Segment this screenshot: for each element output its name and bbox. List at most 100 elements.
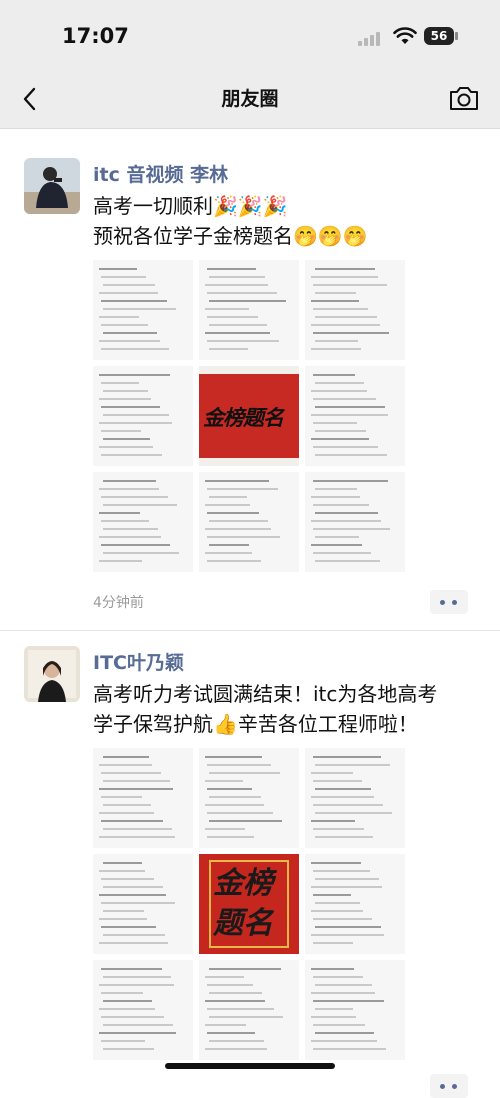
photo-thumbnail[interactable]	[199, 260, 299, 360]
more-options-button[interactable]	[430, 1074, 468, 1098]
home-indicator	[165, 1063, 335, 1069]
document-text-line	[311, 438, 369, 440]
document-text-line	[103, 308, 176, 310]
post-author[interactable]: ITC叶乃颖	[93, 648, 184, 675]
photo-thumbnail[interactable]	[93, 366, 193, 466]
document-text-line	[103, 910, 144, 912]
document-text-line	[315, 560, 380, 562]
document-text-line	[207, 512, 259, 514]
photo-thumbnail[interactable]: 金榜题名	[199, 366, 299, 466]
photo-thumbnail[interactable]	[93, 748, 193, 848]
post-author[interactable]: itc 音视频 李林	[93, 160, 228, 187]
document-text-line	[99, 894, 166, 896]
document-text-line	[207, 984, 253, 986]
document-text-line	[205, 976, 244, 978]
document-text-line	[103, 934, 165, 936]
document-text-line	[313, 374, 355, 376]
document-text-line	[207, 536, 280, 538]
avatar[interactable]	[24, 646, 80, 702]
post-text: 高考一切顺利🎉🎉🎉 预祝各位学子金榜题名🤭🤭🤭	[93, 194, 368, 248]
document-text-line	[313, 528, 390, 530]
post-text: 高考听力考试圆满结束！itc为各地高考 学子保驾护航👍辛苦各位工程师啦！	[93, 682, 438, 736]
document-text-line	[313, 422, 357, 424]
document-text-line	[207, 340, 279, 342]
document-text-line	[311, 276, 378, 278]
photo-thumbnail[interactable]	[305, 260, 405, 360]
document-text-line	[315, 536, 359, 538]
document-text-line	[101, 772, 161, 774]
document-text-line	[205, 1048, 267, 1050]
document-text-line	[311, 390, 367, 392]
document-text-line	[101, 1016, 164, 1018]
document-text-line	[99, 1032, 176, 1034]
photo-thumbnail[interactable]	[305, 472, 405, 572]
document-text-line	[207, 812, 273, 814]
document-text-line	[313, 308, 368, 310]
document-text-line	[101, 926, 156, 928]
document-text-line	[103, 390, 148, 392]
document-text-line	[311, 496, 360, 498]
document-text-line	[209, 992, 262, 994]
document-text-line	[99, 942, 168, 944]
document-text-line	[311, 324, 380, 326]
document-text-line	[315, 878, 379, 880]
document-text-line	[313, 756, 381, 758]
document-text-line	[99, 398, 151, 400]
photo-thumbnail[interactable]	[199, 472, 299, 572]
post-time: 4分钟前	[93, 595, 144, 611]
document-text-line	[315, 292, 356, 294]
document-text-line	[103, 284, 155, 286]
document-text-line	[315, 340, 358, 342]
document-text-line	[205, 504, 250, 506]
photo-thumbnail[interactable]	[93, 260, 193, 360]
photo-thumbnail[interactable]: 金榜题名	[199, 854, 299, 954]
photo-thumbnail[interactable]	[199, 748, 299, 848]
document-text-line	[99, 512, 140, 514]
document-text-line	[313, 446, 378, 448]
document-text-line	[315, 430, 366, 432]
document-text-line	[103, 1000, 152, 1002]
document-text-line	[313, 918, 372, 920]
document-text-line	[101, 968, 162, 970]
document-text-line	[313, 480, 388, 482]
document-text-line	[315, 812, 392, 814]
document-text-line	[311, 1016, 356, 1018]
document-text-line	[101, 544, 170, 546]
document-text-line	[103, 862, 142, 864]
document-text-line	[209, 1016, 283, 1018]
document-text-line	[311, 934, 384, 936]
document-text-line	[99, 488, 159, 490]
photo-thumbnail[interactable]	[93, 960, 193, 1060]
document-text-line	[205, 1024, 246, 1026]
document-text-line	[207, 488, 278, 490]
photo-thumbnail[interactable]	[305, 748, 405, 848]
photo-thumbnail[interactable]	[199, 960, 299, 1060]
document-text-line	[311, 968, 354, 970]
document-text-line	[205, 1000, 265, 1002]
avatar[interactable]	[24, 158, 80, 214]
document-text-line	[209, 1040, 264, 1042]
photo-thumbnail[interactable]	[305, 960, 405, 1060]
document-text-line	[99, 374, 170, 376]
camera-icon[interactable]	[446, 82, 482, 114]
document-text-line	[103, 976, 171, 978]
document-text-line	[101, 382, 139, 384]
photo-thumbnail[interactable]	[93, 472, 193, 572]
document-text-line	[311, 992, 375, 994]
photo-thumbnail[interactable]	[305, 366, 405, 466]
document-text-line	[209, 968, 281, 970]
document-text-line	[99, 764, 152, 766]
document-text-line	[99, 560, 142, 562]
more-options-button[interactable]	[430, 590, 468, 614]
document-text-line	[313, 1000, 384, 1002]
photo-thumbnail[interactable]	[305, 854, 405, 954]
document-text-line	[207, 836, 254, 838]
document-text-line	[205, 828, 245, 830]
document-text-line	[205, 308, 249, 310]
document-text-line	[103, 886, 163, 888]
document-text-line	[99, 292, 158, 294]
document-text-line	[99, 1008, 155, 1010]
document-text-line	[209, 348, 248, 350]
document-text-line	[101, 796, 142, 798]
photo-thumbnail[interactable]	[93, 854, 193, 954]
